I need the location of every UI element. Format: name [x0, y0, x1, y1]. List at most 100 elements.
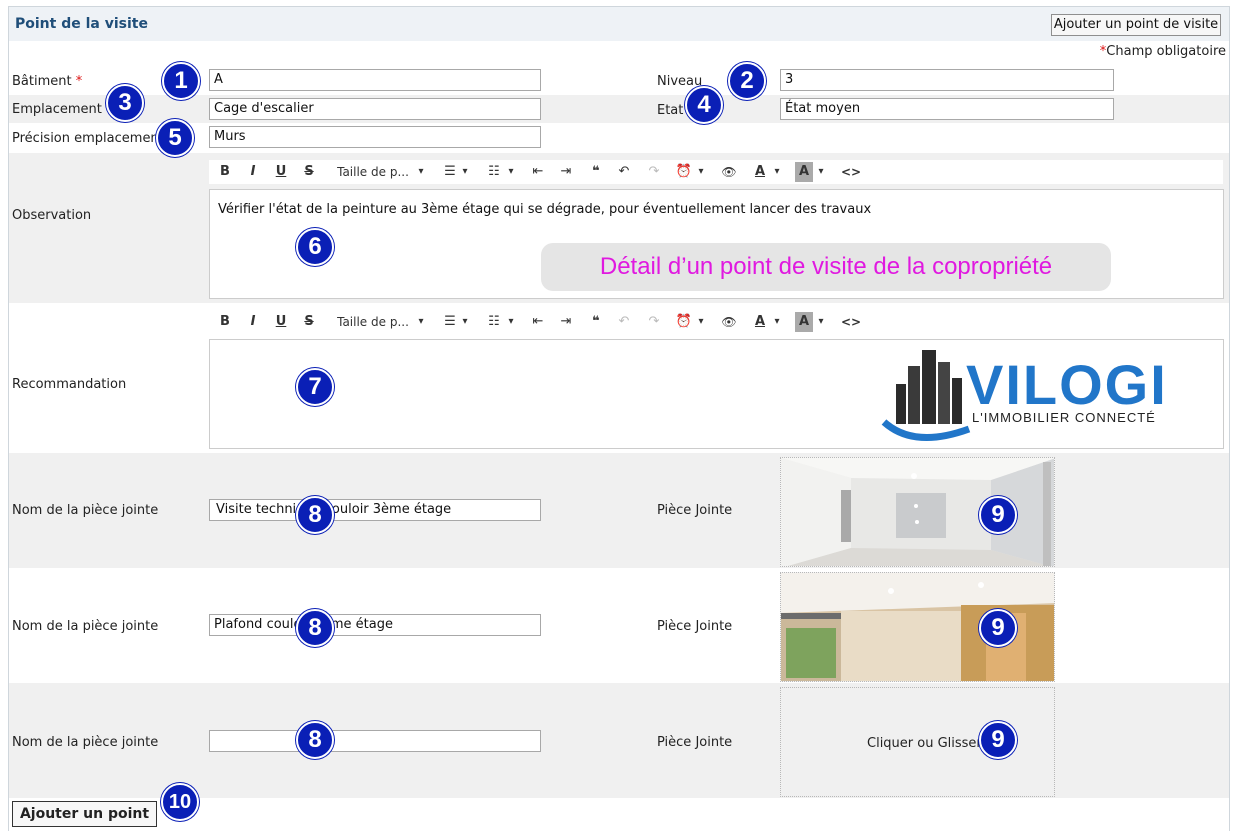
recommandation-editor[interactable]: VILOGI L'IMMOBILIER CONNECTÉ [209, 339, 1224, 449]
chevron-down-icon[interactable]: ▾ [815, 162, 827, 182]
chevron-down-icon[interactable]: ▾ [459, 312, 471, 332]
recommandation-label: Recommandation [12, 377, 127, 392]
bold-button[interactable]: B [217, 312, 233, 332]
badge-10: 10 [161, 783, 199, 821]
numbered-list-icon[interactable]: ☷ [485, 162, 503, 182]
numbered-list-icon[interactable]: ☷ [485, 312, 503, 332]
italic-button[interactable]: I [245, 162, 261, 182]
batiment-field[interactable]: A [209, 69, 541, 91]
attachment-file-label: Pièce Jointe [657, 503, 733, 518]
required-note: *Champ obligatoire [1100, 44, 1226, 59]
background-color-icon[interactable]: A [795, 162, 813, 182]
undo-icon[interactable]: ↶ [615, 162, 633, 182]
emplacement-label: Emplacement * [12, 102, 113, 117]
font-color-icon[interactable]: A [751, 162, 769, 182]
attachment-row-3: Nom de la pièce jointe Pièce Jointe Cliq… [9, 683, 1229, 798]
italic-button[interactable]: I [245, 312, 261, 332]
row-observation: Observation B I U S Taille de p... ▾ ☰ ▾… [9, 153, 1229, 303]
add-visit-point-button[interactable]: Ajouter un point de visite [1051, 14, 1221, 36]
niveau-field[interactable]: 3 [780, 69, 1114, 91]
clock-icon[interactable]: ⏰ [675, 162, 693, 182]
attachment-file-label: Pièce Jointe [657, 735, 733, 750]
bold-button[interactable]: B [217, 162, 233, 182]
recommandation-toolbar: B I U S Taille de p... ▾ ☰ ▾ ☷ ▾ ⇤ ⇥ ❝ ↶… [209, 310, 1223, 334]
outdent-icon[interactable]: ⇤ [529, 312, 547, 332]
clock-icon[interactable]: ⏰ [675, 312, 693, 332]
row-recommandation: Recommandation B I U S Taille de p... ▾ … [9, 303, 1229, 453]
chevron-down-icon[interactable]: ▾ [505, 162, 517, 182]
vilogi-logo: VILOGI L'IMMOBILIER CONNECTÉ [874, 344, 1194, 444]
badge-9: 9 [979, 609, 1017, 647]
chevron-down-icon[interactable]: ▾ [695, 162, 707, 182]
indent-icon[interactable]: ⇥ [557, 162, 575, 182]
badge-2: 2 [728, 62, 766, 100]
font-color-icon[interactable]: A [751, 312, 769, 332]
eye-icon[interactable]: 👁 [719, 312, 739, 332]
chevron-down-icon[interactable]: ▾ [815, 312, 827, 332]
background-color-icon[interactable]: A [795, 312, 813, 332]
logo-name: VILOGI [966, 353, 1168, 416]
dropzone-text: Cliquer ou Glisser [867, 736, 982, 751]
chevron-down-icon[interactable]: ▾ [771, 162, 783, 182]
badge-9: 9 [979, 496, 1017, 534]
badge-6: 6 [296, 228, 334, 266]
bullet-list-icon[interactable]: ☰ [441, 312, 459, 332]
batiment-label: Bâtiment * [12, 74, 83, 89]
etat-field[interactable]: État moyen [780, 98, 1114, 120]
chevron-down-icon[interactable]: ▾ [505, 312, 517, 332]
badge-1: 1 [162, 62, 200, 100]
badge-8: 8 [296, 496, 334, 534]
attachment-name-field[interactable]: Plafond couloir 3ème étage [209, 614, 541, 636]
strikethrough-button[interactable]: S [301, 312, 317, 332]
badge-8: 8 [296, 609, 334, 647]
redo-icon[interactable]: ↷ [645, 162, 663, 182]
required-note-text: Champ obligatoire [1106, 44, 1226, 59]
chevron-down-icon[interactable]: ▾ [695, 312, 707, 332]
attachment-row-1: Nom de la pièce jointe Visite technique … [9, 453, 1229, 568]
chevron-down-icon[interactable]: ▾ [415, 162, 427, 182]
attachment-row-2: Nom de la pièce jointe Plafond couloir 3… [9, 568, 1229, 683]
attachment-name-label: Nom de la pièce jointe [12, 735, 159, 750]
attachment-file-label: Pièce Jointe [657, 619, 733, 634]
underline-button[interactable]: U [273, 162, 289, 182]
page-title: Point de la visite [15, 16, 148, 32]
font-size-select[interactable]: Taille de p... [333, 312, 413, 332]
badge-8: 8 [296, 721, 334, 759]
add-point-button[interactable]: Ajouter un point [12, 801, 157, 827]
callout-banner: Détail d’un point de visite de la coprop… [541, 243, 1111, 291]
precision-field[interactable]: Murs [209, 126, 541, 148]
precision-label: Précision emplacement [12, 131, 164, 146]
attachment-name-field[interactable]: Visite technique couloir 3ème étage [209, 499, 541, 521]
badge-9: 9 [979, 721, 1017, 759]
strikethrough-button[interactable]: S [301, 162, 317, 182]
etat-label: Etat [657, 103, 684, 118]
chevron-down-icon[interactable]: ▾ [415, 312, 427, 332]
code-view-icon[interactable]: <> [841, 312, 861, 332]
badge-5: 5 [156, 119, 194, 157]
chevron-down-icon[interactable]: ▾ [771, 312, 783, 332]
row-emplacement: Emplacement * Cage d'escalier Etat État … [9, 95, 1229, 123]
quote-icon[interactable]: ❝ [587, 312, 605, 332]
observation-label: Observation [12, 208, 92, 223]
observation-editor[interactable]: Vérifier l'état de la peinture au 3ème é… [209, 189, 1224, 299]
badge-3: 3 [106, 84, 144, 122]
panel-header: Point de la visite Ajouter un point de v… [9, 7, 1229, 41]
quote-icon[interactable]: ❝ [587, 162, 605, 182]
logo-tagline: L'IMMOBILIER CONNECTÉ [972, 410, 1156, 425]
eye-icon[interactable]: 👁 [719, 162, 739, 182]
attachment-name-field[interactable] [209, 730, 541, 752]
redo-icon[interactable]: ↷ [645, 312, 663, 332]
emplacement-field[interactable]: Cage d'escalier [209, 98, 541, 120]
chevron-down-icon[interactable]: ▾ [459, 162, 471, 182]
observation-text: Vérifier l'état de la peinture au 3ème é… [218, 202, 872, 217]
font-size-select[interactable]: Taille de p... [333, 162, 413, 182]
bullet-list-icon[interactable]: ☰ [441, 162, 459, 182]
badge-4: 4 [685, 86, 723, 124]
observation-toolbar: B I U S Taille de p... ▾ ☰ ▾ ☷ ▾ ⇤ ⇥ ❝ ↶… [209, 160, 1223, 184]
indent-icon[interactable]: ⇥ [557, 312, 575, 332]
underline-button[interactable]: U [273, 312, 289, 332]
undo-icon[interactable]: ↶ [615, 312, 633, 332]
outdent-icon[interactable]: ⇤ [529, 162, 547, 182]
code-view-icon[interactable]: <> [841, 162, 861, 182]
attachment-name-label: Nom de la pièce jointe [12, 503, 159, 518]
